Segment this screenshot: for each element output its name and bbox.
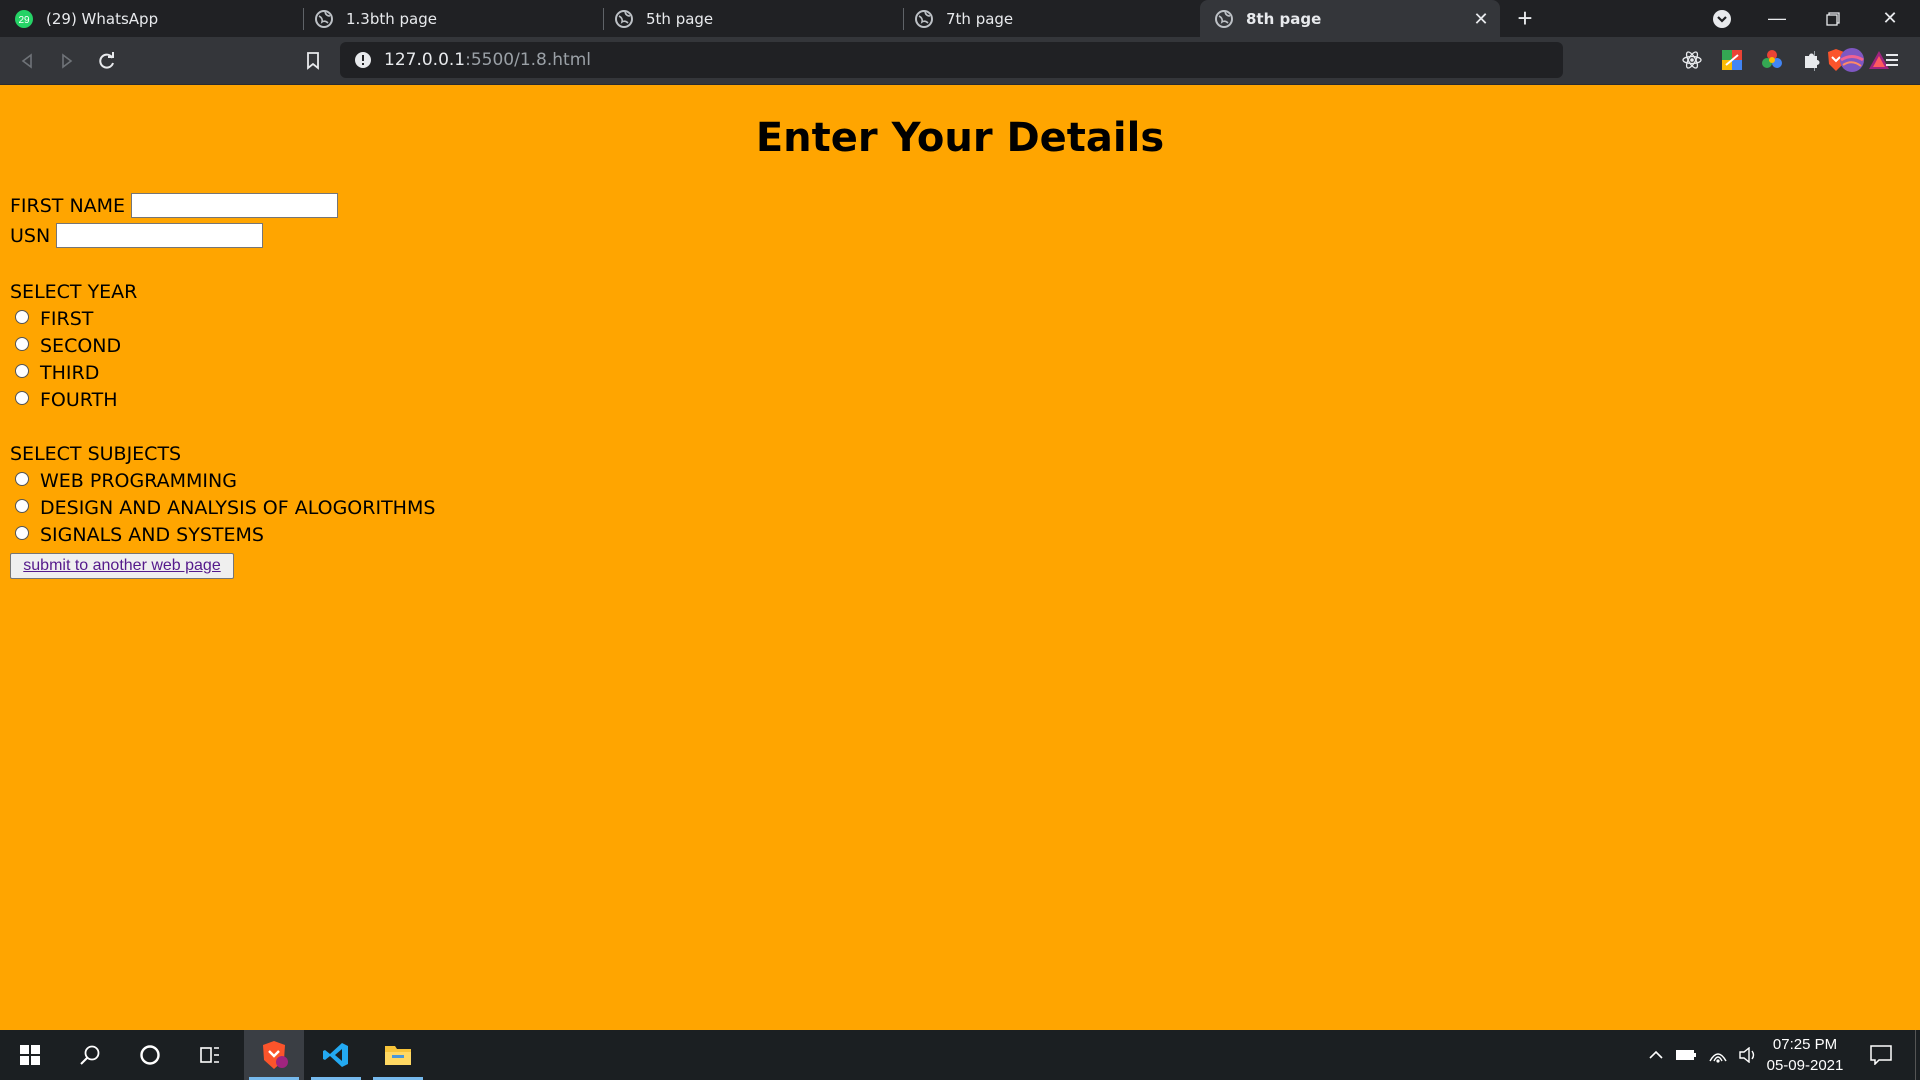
- radio-button[interactable]: [15, 472, 29, 486]
- globe-icon: [614, 9, 634, 29]
- clock-date: 05-09-2021: [1766, 1057, 1844, 1074]
- tab-8th-page[interactable]: 8th page ✕: [1200, 0, 1500, 37]
- profile-avatar[interactable]: [1839, 47, 1865, 73]
- volume-icon[interactable]: [1735, 1030, 1761, 1080]
- reload-icon[interactable]: [92, 46, 122, 76]
- tab-search-icon[interactable]: [1694, 0, 1750, 37]
- notifications-icon[interactable]: [1866, 1030, 1896, 1080]
- tab-label: 1.3bth page: [346, 9, 437, 28]
- radio-button[interactable]: [15, 526, 29, 540]
- address-path: :5500/1.8.html: [465, 50, 591, 70]
- radio-button[interactable]: [15, 337, 29, 351]
- new-tab-button[interactable]: +: [1497, 0, 1553, 37]
- select-subjects-heading: SELECT SUBJECTS: [10, 443, 182, 465]
- restore-icon[interactable]: [1805, 0, 1861, 37]
- first-name-input[interactable]: [131, 193, 339, 218]
- usn-input[interactable]: [56, 223, 264, 248]
- tab-5th-page[interactable]: 5th page: [600, 0, 900, 37]
- close-window-icon[interactable]: ✕: [1862, 0, 1918, 37]
- show-hidden-icons-chevron[interactable]: [1645, 1030, 1667, 1080]
- address-host: 127.0.0.1: [384, 50, 466, 70]
- submit-button[interactable]: submit to another web page: [10, 553, 234, 579]
- show-desktop-button[interactable]: [1915, 1030, 1920, 1080]
- bookmark-icon[interactable]: [298, 46, 328, 76]
- year-option-first[interactable]: FIRST: [15, 308, 93, 330]
- whatsapp-badge: 29: [18, 15, 30, 26]
- year-option-label: FIRST: [40, 308, 94, 330]
- brave-browser-taskbar-icon[interactable]: [244, 1030, 304, 1080]
- tab-label: 5th page: [646, 9, 714, 28]
- close-tab-icon[interactable]: ✕: [1470, 8, 1492, 30]
- tab-label: (29) WhatsApp: [46, 9, 159, 28]
- react-devtools-icon[interactable]: [1679, 47, 1705, 73]
- tab-whatsapp[interactable]: 29 (29) WhatsApp: [0, 0, 300, 37]
- browser-tab-strip: 29 (29) WhatsApp 1.3bth page 5th page 7t…: [0, 0, 1920, 37]
- globe-icon: [1214, 9, 1234, 29]
- tab-7th-page[interactable]: 7th page: [900, 0, 1200, 37]
- radio-button[interactable]: [15, 499, 29, 513]
- usn-label: USN: [10, 224, 51, 247]
- address-bar[interactable]: 127.0.0.1:5500/1.8.html: [340, 42, 1889, 78]
- page-title: Enter Your Details: [755, 115, 1165, 161]
- radio-button[interactable]: [15, 391, 29, 405]
- year-option-fourth[interactable]: FOURTH: [15, 389, 118, 411]
- cortana-icon[interactable]: [120, 1030, 180, 1080]
- subject-option-daa[interactable]: DESIGN AND ANALYSIS OF ALOGORITHMS: [15, 497, 435, 519]
- search-icon[interactable]: [60, 1030, 120, 1080]
- taskbar-clock[interactable]: 07:25 PM 05-09-2021: [1760, 1034, 1850, 1076]
- subject-option-label: WEB PROGRAMMING: [40, 470, 237, 492]
- extension-grid-icon[interactable]: [1719, 47, 1745, 73]
- tab-label: 8th page: [1246, 9, 1322, 28]
- globe-icon: [314, 9, 334, 29]
- usn-row: USN: [10, 223, 264, 248]
- year-option-label: FOURTH: [40, 389, 118, 411]
- subject-option-signals[interactable]: SIGNALS AND SYSTEMS: [15, 524, 264, 546]
- file-explorer-taskbar-icon[interactable]: [368, 1030, 428, 1080]
- start-windows-icon[interactable]: [0, 1030, 60, 1080]
- whatsapp-icon: 29: [14, 9, 34, 29]
- radio-button[interactable]: [15, 310, 29, 324]
- page-content: Enter Your Details FIRST NAME USN SELECT…: [0, 85, 1920, 1030]
- year-option-label: THIRD: [40, 362, 100, 384]
- vscode-taskbar-icon[interactable]: [306, 1030, 366, 1080]
- year-option-label: SECOND: [40, 335, 122, 357]
- back-icon[interactable]: [12, 46, 42, 76]
- forward-icon[interactable]: [52, 46, 82, 76]
- battery-icon[interactable]: [1673, 1030, 1699, 1080]
- browser-toolbar: 127.0.0.1:5500/1.8.html: [0, 37, 1920, 85]
- color-picker-icon[interactable]: [1759, 47, 1785, 73]
- year-option-third[interactable]: THIRD: [15, 362, 99, 384]
- tab-label: 7th page: [946, 9, 1014, 28]
- minimize-icon[interactable]: —: [1749, 0, 1805, 37]
- menu-icon[interactable]: [1879, 47, 1905, 73]
- radio-button[interactable]: [15, 364, 29, 378]
- select-year-heading: SELECT YEAR: [10, 281, 138, 303]
- tab-1-3bth-page[interactable]: 1.3bth page: [300, 0, 600, 37]
- extensions-puzzle-icon[interactable]: [1799, 47, 1825, 73]
- year-option-second[interactable]: SECOND: [15, 335, 121, 357]
- first-name-row: FIRST NAME: [10, 193, 339, 218]
- globe-icon: [914, 9, 934, 29]
- windows-taskbar: 07:25 PM 05-09-2021: [0, 1030, 1920, 1080]
- subject-option-label: DESIGN AND ANALYSIS OF ALOGORITHMS: [40, 497, 436, 519]
- task-view-icon[interactable]: [180, 1030, 240, 1080]
- site-info-icon[interactable]: [354, 51, 372, 69]
- subject-option-label: SIGNALS AND SYSTEMS: [40, 524, 264, 546]
- clock-time: 07:25 PM: [1772, 1036, 1838, 1053]
- wifi-icon[interactable]: [1705, 1030, 1731, 1080]
- subject-option-web-programming[interactable]: WEB PROGRAMMING: [15, 470, 237, 492]
- first-name-label: FIRST NAME: [10, 194, 126, 217]
